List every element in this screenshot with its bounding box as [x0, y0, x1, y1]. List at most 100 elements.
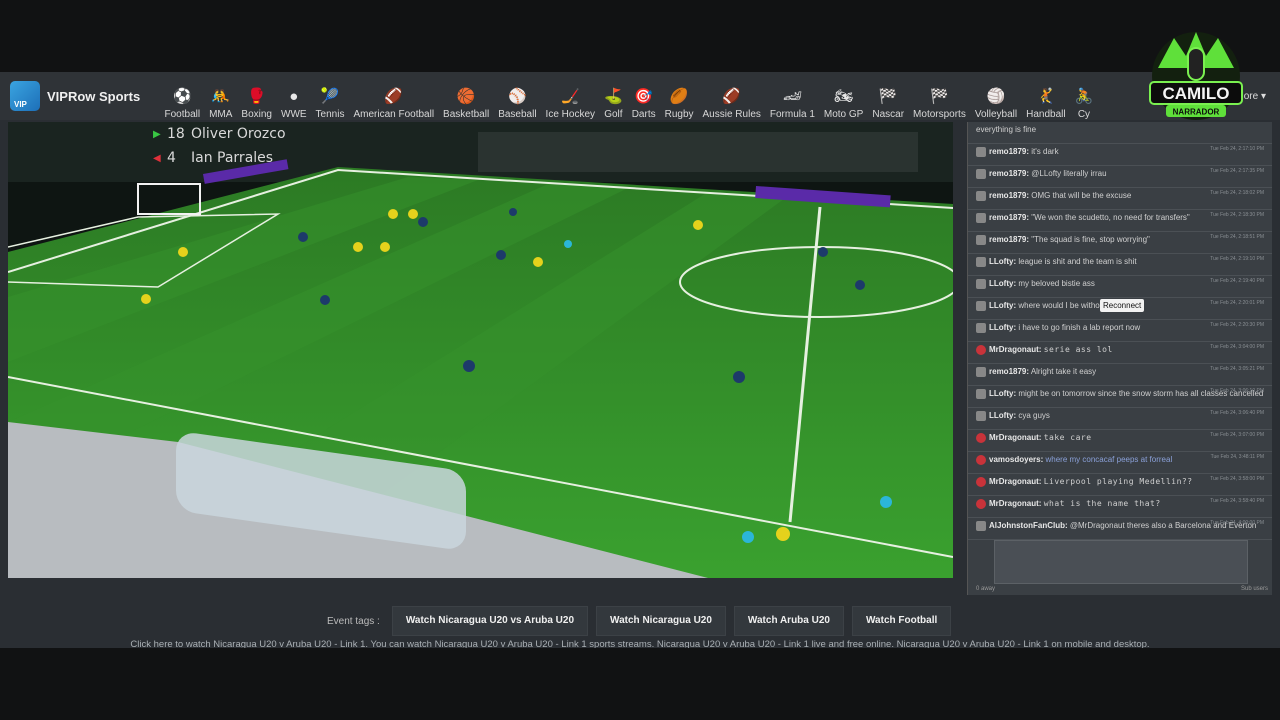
event-tags-label: Event tags : [327, 615, 380, 627]
chat-username[interactable]: remo1879: [989, 191, 1029, 200]
user-avatar-icon[interactable] [976, 323, 986, 333]
nav-sport-label: American Football [353, 109, 435, 120]
chat-message: MrDragonaut: serie ass lol Tue Feb 24, 3:… [968, 342, 1272, 364]
chat-timestamp: Tue Feb 24, 3:58:00 PM [1210, 476, 1264, 482]
nav-sport-moto-gp[interactable]: 🏍 Moto GP [819, 80, 867, 120]
nav-sport-football[interactable]: ⚽ Football [160, 80, 205, 120]
video-frame [8, 122, 953, 578]
nav-sport-label: Volleyball [974, 109, 1018, 120]
chat-username[interactable]: remo1879: [989, 235, 1029, 244]
user-avatar-icon[interactable] [976, 279, 986, 289]
user-avatar-icon[interactable] [976, 521, 986, 531]
chat-timestamp: Tue Feb 24, 3:58:40 PM [1210, 498, 1264, 504]
chat-timestamp: Tue Feb 24, 3:04:00 PM [1210, 344, 1264, 350]
brand[interactable]: VIP VIPRow Sports [10, 81, 160, 111]
chat-username[interactable]: MrDragonaut: [989, 433, 1041, 442]
chat-input[interactable] [994, 540, 1248, 584]
user-avatar-icon[interactable] [976, 389, 986, 399]
user-avatar-icon[interactable] [976, 169, 986, 179]
nav-sport-motorsports[interactable]: 🏁 Motorsports [909, 80, 971, 120]
chat-text: what is the name that? [1043, 499, 1161, 509]
football-icon: ⚽ [172, 88, 192, 105]
chat-username[interactable]: LLofty: [989, 411, 1016, 420]
letterbox-top [0, 0, 1280, 72]
chat-username[interactable]: vamosdoyers: [989, 455, 1043, 464]
nav-sport-basketball[interactable]: 🏀 Basketball [439, 80, 494, 120]
nav-sport-formula-1[interactable]: 🏎 Formula 1 [765, 80, 819, 120]
nav-sport-cy[interactable]: 🚴 Cy [1070, 80, 1098, 120]
event-tag-button[interactable]: Watch Nicaragua U20 [596, 606, 726, 636]
chat-username[interactable]: remo1879: [989, 169, 1029, 178]
user-avatar-icon[interactable] [976, 235, 986, 245]
nav-sport-darts[interactable]: 🎯 Darts [627, 80, 660, 120]
nav-sport-ice-hockey[interactable]: 🏒 Ice Hockey [541, 80, 599, 120]
event-tag-button[interactable]: Watch Aruba U20 [733, 606, 844, 636]
nav-sport-label: Motorsports [913, 109, 966, 120]
logo-line2: NARRADOR [1173, 108, 1220, 117]
chat-username[interactable]: remo1879: [989, 147, 1029, 156]
chat-username[interactable]: LLofty: [989, 389, 1016, 398]
user-avatar-icon[interactable] [976, 433, 986, 443]
chat-username[interactable]: MrDragonaut: [989, 499, 1041, 508]
reconnect-tooltip[interactable]: Reconnect [1100, 299, 1145, 312]
user-avatar-icon[interactable] [976, 499, 986, 509]
user-avatar-icon[interactable] [976, 147, 986, 157]
user-avatar-icon[interactable] [976, 213, 986, 223]
nav-sport-rugby[interactable]: 🏉 Rugby [660, 80, 698, 120]
chat-text: "We won the scudetto, no need for transf… [1031, 213, 1190, 223]
chat-timestamp: Tue Feb 24, 2:17:10 PM [1210, 146, 1264, 152]
user-avatar-icon[interactable] [976, 257, 986, 267]
viprow-logo-icon: VIP [10, 81, 40, 111]
nav-sport-boxing[interactable]: 🥊 Boxing [237, 80, 277, 120]
ice-hockey-icon: 🏒 [560, 88, 580, 105]
nav-sport-label: Golf [604, 109, 623, 120]
user-avatar-icon[interactable] [976, 301, 986, 311]
chat-username[interactable]: MrDragonaut: [989, 345, 1041, 354]
darts-icon: 🎯 [634, 88, 653, 105]
top-nav: VIP VIPRow Sports ⚽ Football 🤼 MMA 🥊 Boxing ● W… [0, 72, 1280, 120]
chat-username[interactable]: remo1879: [989, 367, 1029, 376]
nav-sport-american-football[interactable]: 🏈 American Football [349, 80, 439, 120]
nav-sport-aussie-rules[interactable]: 🏈 Aussie Rules [698, 80, 765, 120]
event-tag-button[interactable]: Watch Nicaragua U20 vs Aruba U20 [391, 606, 589, 636]
chat-username[interactable]: AlJohnstonFanClub: [989, 521, 1068, 530]
american-football-icon: 🏈 [384, 88, 404, 105]
chat-username[interactable]: LLofty: [989, 323, 1016, 332]
user-avatar-icon[interactable] [976, 345, 986, 355]
chat-username[interactable]: LLofty: [989, 301, 1016, 310]
chat-username[interactable]: remo1879: [989, 213, 1029, 222]
nav-sport-golf[interactable]: ⛳ Golf [600, 80, 628, 120]
chat-footer-left: 0 away [976, 586, 996, 592]
site-name: VIPRow Sports [47, 88, 141, 104]
chat-username[interactable]: LLofty: [989, 279, 1016, 288]
chat-username[interactable]: MrDragonaut: [989, 477, 1041, 486]
nav-sport-label: Boxing [241, 109, 272, 120]
nav-sport-baseball[interactable]: ⚾ Baseball [494, 80, 541, 120]
chat-username[interactable]: LLofty: [989, 257, 1016, 266]
sub-player-number: 18 [167, 126, 185, 142]
nav-sport-label: Tennis [315, 109, 345, 120]
nav-sport-label: Basketball [443, 109, 490, 120]
nav-sport-volleyball[interactable]: 🏐 Volleyball [970, 80, 1021, 120]
chat-footer: 0 away Sub users [976, 586, 1268, 594]
nav-sport-tennis[interactable]: 🎾 Tennis [311, 80, 349, 120]
chat-text: take care [1043, 433, 1092, 443]
nav-sport-label: Baseball [498, 109, 537, 120]
chat-timestamp: Tue Feb 24, 3:06:40 PM [1210, 410, 1264, 416]
user-avatar-icon[interactable] [976, 477, 986, 487]
user-avatar-icon[interactable] [976, 191, 986, 201]
video-player[interactable]: ▶ 18 Oliver Orozco ◀ 4 Ian Parrales [8, 122, 953, 578]
nav-sport-nascar[interactable]: 🏁 Nascar [868, 80, 909, 120]
user-avatar-icon[interactable] [976, 455, 986, 465]
nav-sport-mma[interactable]: 🤼 MMA [205, 80, 237, 120]
wwe-icon: ● [289, 88, 299, 105]
user-avatar-icon[interactable] [976, 367, 986, 377]
chat-timestamp: Tue Feb 24, 2:18:30 PM [1210, 212, 1264, 218]
nav-sport-wwe[interactable]: ● WWE [277, 80, 312, 120]
nav-sport-handball[interactable]: 🤾 Handball [1022, 80, 1070, 120]
moto-gp-icon: 🏍 [834, 88, 854, 105]
user-avatar-icon[interactable] [976, 411, 986, 421]
chat-panel: everything is fine remo1879: it's dark Tue… [967, 122, 1272, 595]
chat-timestamp: Tue Feb 24, 2:20:30 PM [1210, 322, 1264, 328]
event-tag-button[interactable]: Watch Football [851, 606, 952, 636]
